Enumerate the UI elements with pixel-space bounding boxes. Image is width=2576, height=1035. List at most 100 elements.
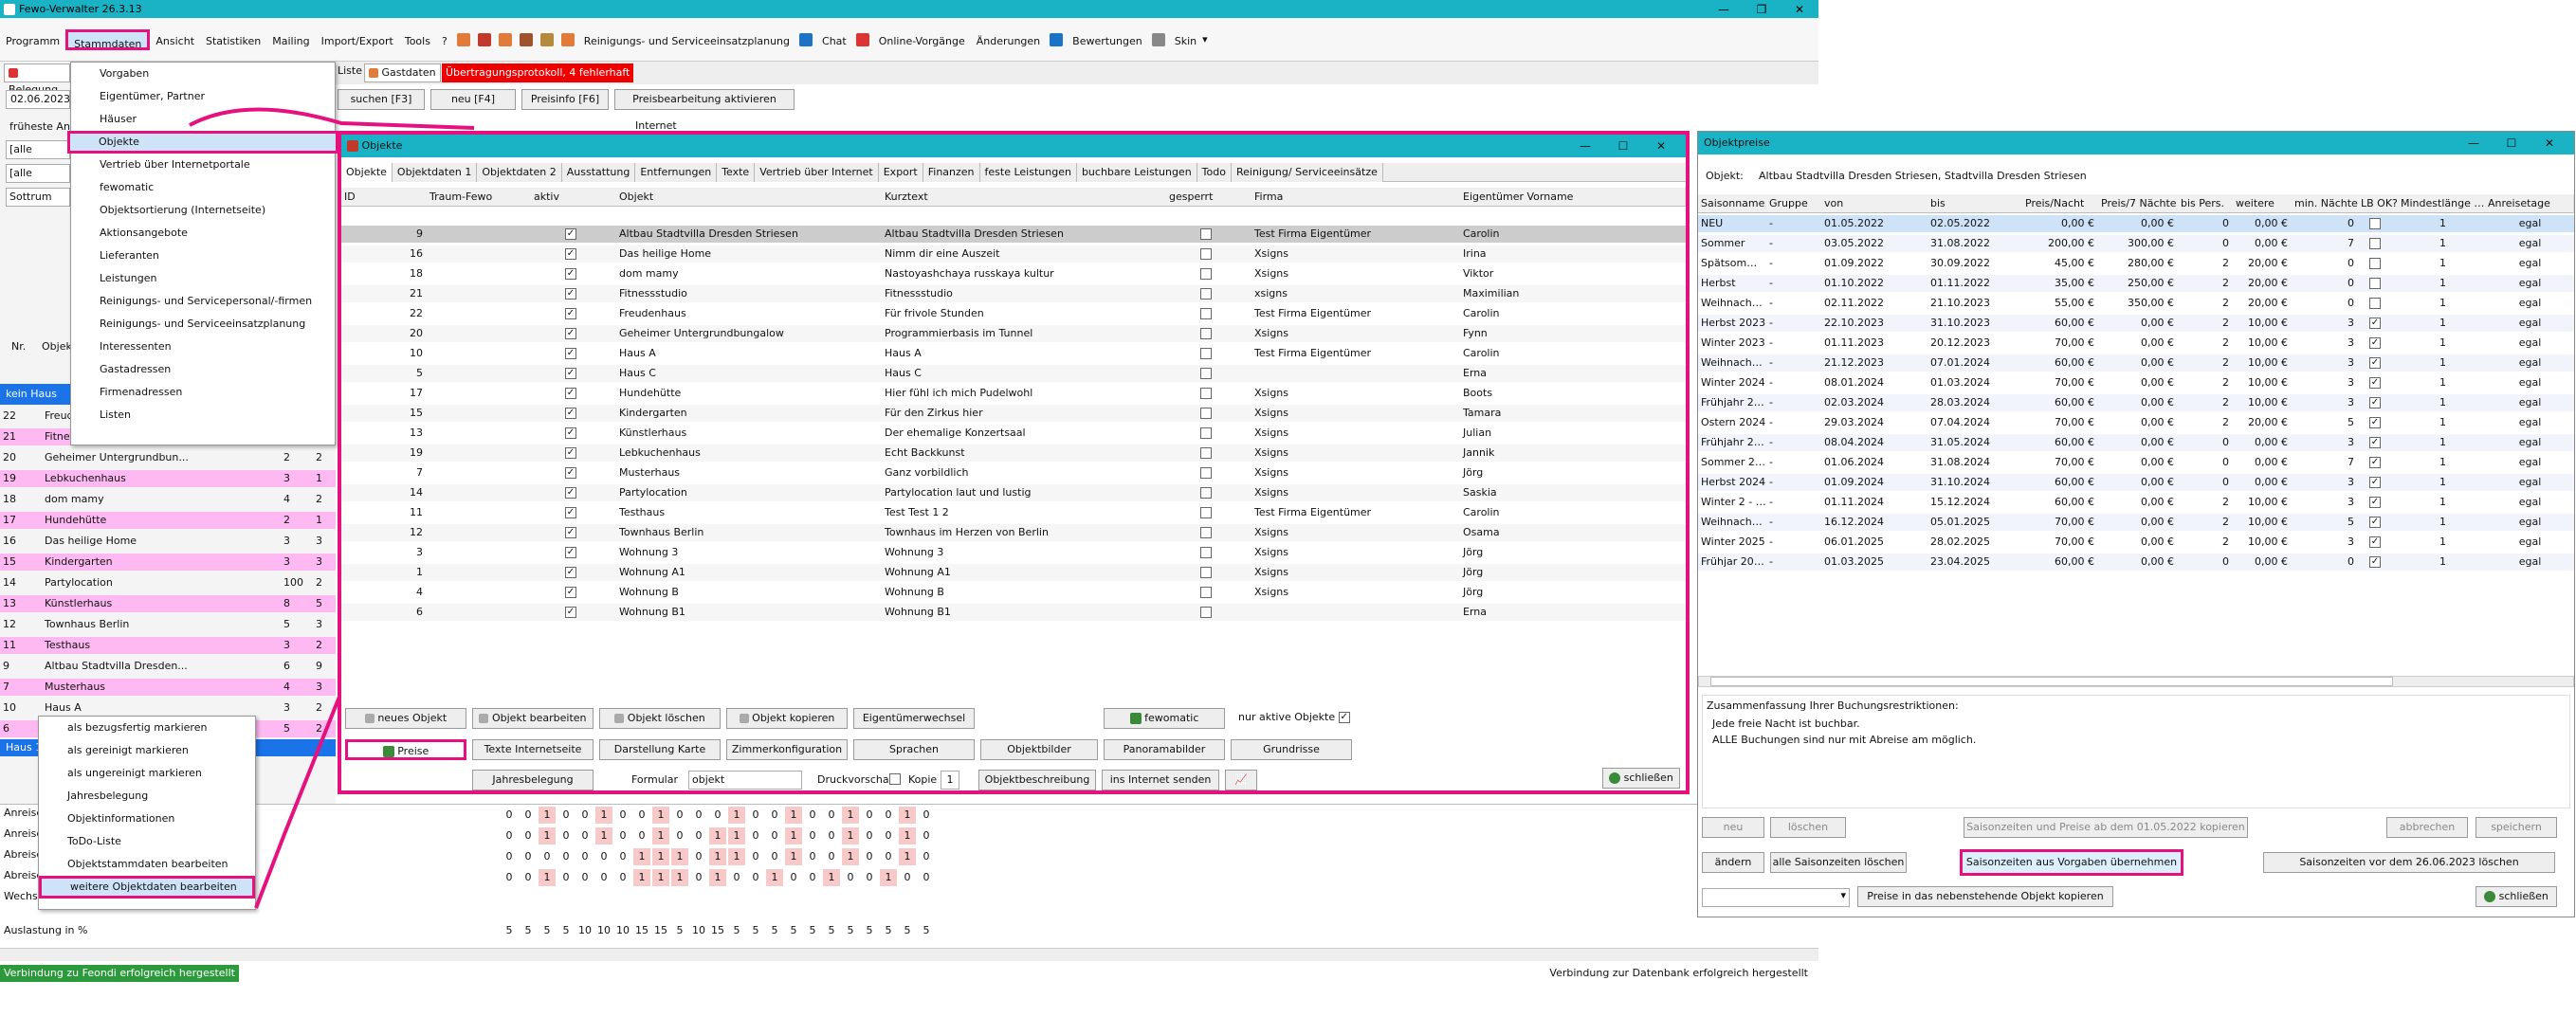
lb-ok-checkbox[interactable]: ✓: [2369, 536, 2381, 548]
gesperrt-checkbox[interactable]: [1200, 507, 1212, 518]
table-row[interactable]: 3 ✓ Wohnung 3 Wohnung 3 Xsigns Jörg: [341, 544, 1686, 561]
sprachen-button[interactable]: Sprachen: [853, 739, 975, 760]
karte-button[interactable]: Darstellung Karte: [599, 739, 721, 760]
gesperrt-checkbox[interactable]: [1200, 248, 1212, 260]
gesperrt-checkbox[interactable]: [1200, 348, 1212, 359]
tab-10[interactable]: buchbare Leistungen: [1076, 163, 1197, 182]
tab-0[interactable]: Objekte: [341, 163, 393, 182]
minimize-icon[interactable]: —: [2455, 132, 2493, 154]
col-header[interactable]: LB OK?: [2358, 195, 2398, 212]
preise-button[interactable]: Preise: [345, 739, 466, 760]
objekt-loeschen-button[interactable]: Objekt löschen: [599, 708, 721, 729]
aktiv-checkbox[interactable]: ✓: [565, 408, 576, 419]
col-header[interactable]: Gruppe: [1766, 195, 1823, 212]
table-row[interactable]: 4 ✓ Wohnung B Wohnung B Xsigns Jörg: [341, 584, 1686, 601]
vorgaben-button[interactable]: Saisonzeiten aus Vorgaben übernehmen: [1960, 849, 2183, 876]
col-header[interactable]: Preis/Nacht: [2022, 195, 2098, 212]
table-row[interactable]: 11 ✓ Testhaus Test Test 1 2 Test Firma Eigen…: [341, 504, 1686, 521]
table-row[interactable]: 20 ✓ Geheimer Untergrundbungalow Programmie…: [341, 325, 1686, 342]
objektbeschreibung-button[interactable]: Objektbeschreibung: [978, 770, 1096, 790]
neues-objekt-button[interactable]: neues Objekt: [345, 708, 466, 729]
col-header[interactable]: Objekt: [616, 189, 882, 206]
table-row[interactable]: 14 ✓ Partylocation Partylocation laut und l…: [341, 484, 1686, 501]
aendern-button[interactable]: ändern: [1702, 852, 1764, 873]
table-row[interactable]: Ostern 2024- 29.03.2024 07.04.2024 70,00 € 0…: [1698, 414, 2574, 431]
gesperrt-checkbox[interactable]: [1200, 268, 1212, 280]
table-row[interactable]: Weihnachten - 02.11.2022 21.10.2023 55,00 € 3…: [1698, 295, 2574, 312]
table-row[interactable]: Frühjar 2025- 01.03.2025 23.04.2025 60,00 €…: [1698, 554, 2574, 571]
gesperrt-checkbox[interactable]: [1200, 408, 1212, 419]
aktiv-checkbox[interactable]: ✓: [565, 547, 576, 558]
formular-select[interactable]: objekt: [688, 771, 802, 790]
table-row[interactable]: Herbst 2023- 22.10.2023 31.10.2023 60,00 € 0…: [1698, 315, 2574, 332]
gesperrt-checkbox[interactable]: [1200, 388, 1212, 399]
objekt-bearbeiten-button[interactable]: Objekt bearbeiten: [472, 708, 594, 729]
alle-loeschen-button[interactable]: alle Saisonzeiten löschen: [1770, 852, 1907, 873]
objekte-schliessen-button[interactable]: schließen: [1602, 768, 1680, 789]
aktiv-checkbox[interactable]: ✓: [565, 467, 576, 479]
table-row[interactable]: 18 ✓ dom mamy Nastoyashchaya russkaya kultu…: [341, 265, 1686, 282]
table-row[interactable]: 1 ✓ Wohnung A1 Wohnung A1 Xsigns Jörg: [341, 564, 1686, 581]
aktiv-checkbox[interactable]: ✓: [565, 308, 576, 319]
col-header[interactable]: Kurztext: [882, 189, 1166, 206]
lb-ok-checkbox[interactable]: ✓: [2369, 397, 2381, 409]
lb-ok-checkbox[interactable]: ✓: [2369, 437, 2381, 448]
gesperrt-checkbox[interactable]: [1200, 467, 1212, 479]
abbrechen-button[interactable]: abbrechen: [2386, 817, 2468, 838]
table-row[interactable]: Frühjahr 2 -... - 08.04.2024 31.05.2024 60,0…: [1698, 434, 2574, 451]
lb-ok-checkbox[interactable]: ✓: [2369, 337, 2381, 349]
lb-ok-checkbox[interactable]: [2369, 218, 2381, 229]
lb-ok-checkbox[interactable]: ✓: [2369, 497, 2381, 508]
jahresbelegung-button[interactable]: Jahresbelegung: [472, 770, 594, 790]
aktiv-checkbox[interactable]: ✓: [565, 348, 576, 359]
table-row[interactable]: 13 ✓ Künstlerhaus Der ehemalige Konzertsaal…: [341, 425, 1686, 442]
aktiv-checkbox[interactable]: ✓: [565, 567, 576, 578]
col-header[interactable]: bis: [1927, 195, 2022, 212]
table-row[interactable]: 7 ✓ Musterhaus Ganz vorbildlich Xsigns Jörg: [341, 464, 1686, 481]
speichern-button[interactable]: speichern: [2476, 817, 2557, 838]
tab-4[interactable]: Entfernungen: [635, 163, 718, 182]
gesperrt-checkbox[interactable]: [1200, 447, 1212, 459]
aktiv-checkbox[interactable]: ✓: [565, 268, 576, 280]
tab-8[interactable]: Finanzen: [923, 163, 980, 182]
tab-12[interactable]: Reinigung/ Serviceeinsätze: [1231, 163, 1383, 182]
close-icon[interactable]: ✕: [1642, 135, 1680, 157]
table-row[interactable]: 10 ✓ Haus A Haus A Test Firma Eigentümer Caro…: [341, 345, 1686, 362]
table-row[interactable]: 19 ✓ Lebkuchenhaus Echt Backkunst Xsigns Jann…: [341, 445, 1686, 462]
tab-5[interactable]: Texte: [717, 163, 756, 182]
col-header[interactable]: ID: [341, 189, 427, 206]
internet-senden-button[interactable]: ins Internet senden: [1102, 770, 1219, 790]
objekt-select[interactable]: ▾: [1702, 888, 1850, 907]
gesperrt-checkbox[interactable]: [1200, 368, 1212, 379]
aktiv-checkbox[interactable]: ✓: [565, 368, 576, 379]
preise-schliessen-button[interactable]: schließen: [2476, 886, 2557, 907]
lb-ok-checkbox[interactable]: [2369, 278, 2381, 289]
fewomatic-button[interactable]: fewomatic: [1104, 708, 1225, 729]
neu-button[interactable]: neu: [1702, 817, 1764, 838]
aktiv-checkbox[interactable]: ✓: [565, 607, 576, 618]
minimize-icon[interactable]: —: [1566, 135, 1604, 157]
gesperrt-checkbox[interactable]: [1200, 587, 1212, 598]
aktiv-checkbox[interactable]: ✓: [565, 388, 576, 399]
aktiv-checkbox[interactable]: ✓: [565, 328, 576, 339]
table-row[interactable]: NEU - 01.05.2022 02.05.2022 0,00 € 0,00 € 0 0,0…: [1698, 215, 2574, 232]
lb-ok-checkbox[interactable]: ✓: [2369, 556, 2381, 568]
col-header[interactable]: Preis/7 Nächte: [2098, 195, 2178, 212]
table-row[interactable]: Herbst - 01.10.2022 01.11.2022 35,00 € 250,00…: [1698, 275, 2574, 292]
table-row[interactable]: Winter 2023- 01.11.2023 20.12.2023 70,00 € 0…: [1698, 335, 2574, 352]
tab-3[interactable]: Ausstattung: [561, 163, 636, 182]
kopie-input[interactable]: 1: [941, 771, 959, 790]
tab-1[interactable]: Objektdaten 1: [392, 163, 478, 182]
texte-button[interactable]: Texte Internetseite: [472, 739, 594, 760]
loeschen-button[interactable]: löschen: [1770, 817, 1846, 838]
table-row[interactable]: 6 ✓ Wohnung B1 Wohnung B1 Erna: [341, 604, 1686, 621]
gesperrt-checkbox[interactable]: [1200, 308, 1212, 319]
preise-kopieren-button[interactable]: Preise in das nebenstehende Objekt kopie…: [1857, 886, 2113, 907]
zimmer-button[interactable]: Zimmerkonfiguration: [726, 739, 848, 760]
table-row[interactable]: Weihnachte... - 16.12.2024 05.01.2025 70,00 …: [1698, 514, 2574, 531]
aktiv-checkbox[interactable]: ✓: [565, 527, 576, 538]
aktiv-checkbox[interactable]: ✓: [565, 587, 576, 598]
table-row[interactable]: Frühjahr 20... - 02.03.2024 28.03.2024 60,00…: [1698, 394, 2574, 411]
gesperrt-checkbox[interactable]: [1200, 228, 1212, 240]
col-header[interactable]: Eigentümer Vorname: [1460, 189, 1686, 206]
